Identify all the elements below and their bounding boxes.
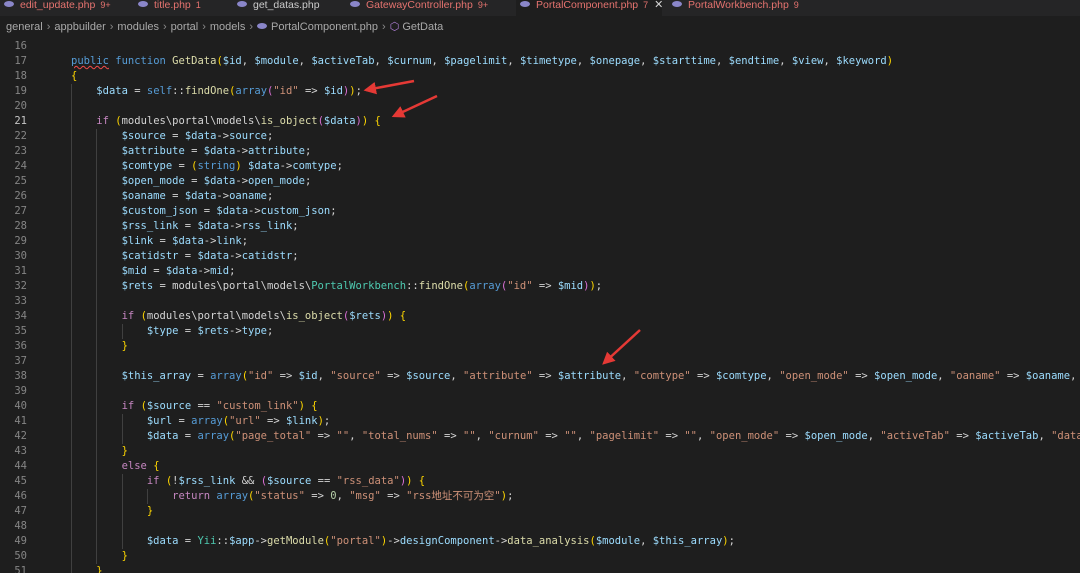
breadcrumb-item[interactable]: PortalComponent.php bbox=[271, 21, 378, 33]
breadcrumb-item[interactable]: models bbox=[210, 21, 245, 33]
method-cube-icon: ⬡ bbox=[389, 21, 400, 33]
tab-label: GatewayController.php bbox=[366, 0, 473, 11]
breadcrumb-item[interactable]: appbuilder bbox=[54, 21, 105, 33]
tab-label: edit_update.php bbox=[20, 0, 96, 11]
annotation-arrows bbox=[363, 79, 641, 365]
php-file-icon bbox=[257, 23, 268, 29]
php-file-icon bbox=[672, 1, 682, 7]
breadcrumb: general › appbuilder › modules › portal › models… bbox=[0, 16, 1080, 38]
tab-get_datas-php[interactable]: get_datas.php bbox=[233, 0, 346, 16]
code-editor[interactable]: 16 17 18 19 20 21 22 23 24 25 26 27 28 29 30 31 32 33 34 35… bbox=[0, 38, 1080, 573]
tab-title-php[interactable]: title.php 1 bbox=[134, 0, 233, 16]
php-file-icon bbox=[237, 1, 247, 7]
chevron-right-icon: › bbox=[382, 21, 386, 33]
breadcrumb-item[interactable]: GetData bbox=[402, 21, 443, 33]
tab-gatewaycontroller-php[interactable]: GatewayController.php 9+ bbox=[346, 0, 516, 16]
chevron-right-icon: › bbox=[163, 21, 167, 33]
annotation-arrow-1 bbox=[363, 79, 415, 95]
breadcrumb-item[interactable]: modules bbox=[117, 21, 159, 33]
tab-portalcomponent-php[interactable]: PortalComponent.php 7 ✕ bbox=[516, 0, 663, 16]
problems-badge: 7 bbox=[643, 0, 649, 10]
problems-badge: 9+ bbox=[477, 0, 489, 10]
breadcrumb-item[interactable]: portal bbox=[171, 21, 199, 33]
tab-label: PortalWorkbench.php bbox=[688, 0, 789, 11]
problems-badge: 9 bbox=[793, 0, 799, 10]
annotation-arrow-3 bbox=[602, 329, 641, 365]
tab-edit_update-php[interactable]: edit_update.php 9+ bbox=[0, 0, 134, 16]
editor-tab-bar: edit_update.php 9+ title.php 1 get_datas.php… bbox=[0, 0, 1080, 16]
php-file-icon bbox=[4, 1, 14, 7]
problems-badge: 9+ bbox=[100, 0, 111, 10]
problems-badge: 1 bbox=[195, 0, 201, 10]
chevron-right-icon: › bbox=[249, 21, 254, 33]
php-file-icon bbox=[138, 1, 148, 7]
tab-label: PortalComponent.php bbox=[536, 0, 639, 11]
php-file-icon bbox=[350, 1, 360, 7]
chevron-right-icon: › bbox=[202, 21, 206, 33]
chevron-right-icon: › bbox=[46, 21, 51, 33]
chevron-right-icon: › bbox=[109, 21, 114, 33]
php-file-icon bbox=[520, 1, 530, 7]
annotation-arrow-2 bbox=[391, 94, 438, 118]
close-tab-icon[interactable]: ✕ bbox=[654, 0, 663, 11]
tab-label: get_datas.php bbox=[253, 0, 320, 11]
breadcrumb-item[interactable]: general bbox=[6, 21, 43, 33]
tab-label: title.php bbox=[154, 0, 191, 11]
tab-portalworkbench-php[interactable]: PortalWorkbench.php 9 bbox=[668, 0, 818, 16]
